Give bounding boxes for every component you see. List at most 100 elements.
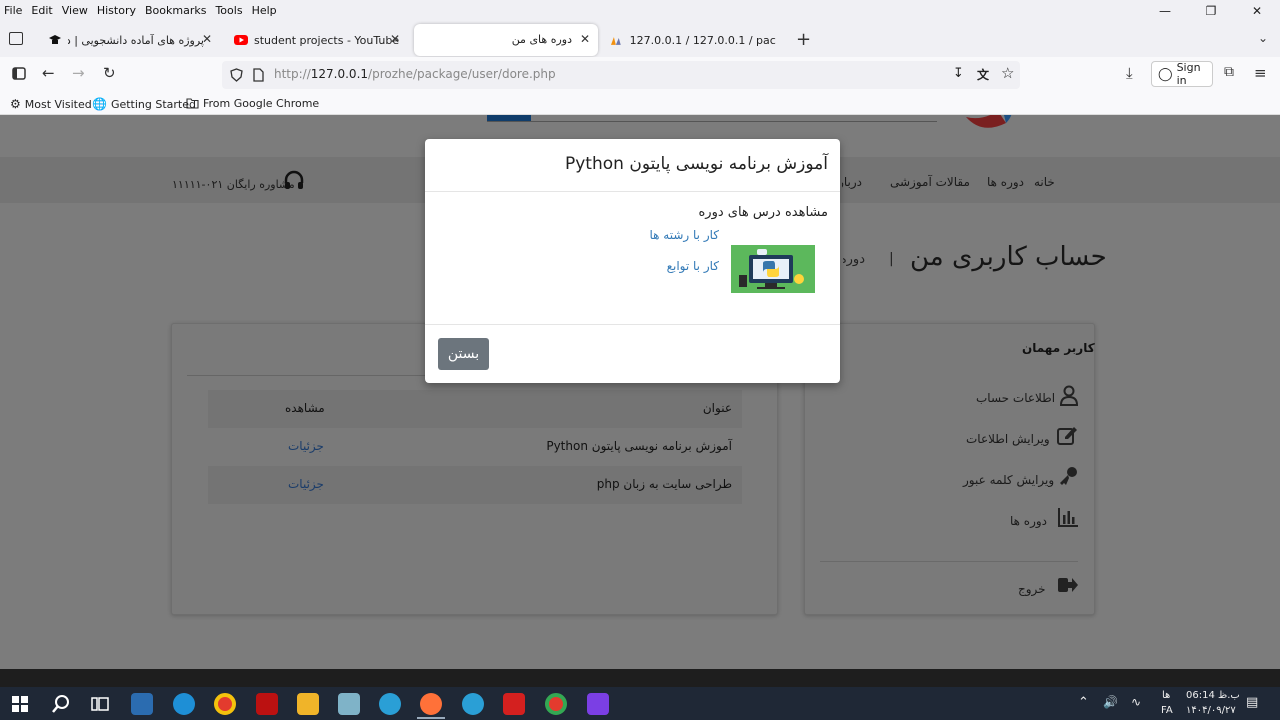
- sign-in-button[interactable]: ◯ Sign in: [1151, 61, 1213, 87]
- new-tab-icon[interactable]: +: [796, 29, 811, 50]
- tab-label: پروژه های آماده دانشجویی | دانل: [68, 33, 204, 47]
- nav-articles[interactable]: مقالات آموزشی: [890, 175, 970, 189]
- bookmark-label: Getting Started: [110, 97, 196, 111]
- phpstorm-icon[interactable]: [587, 693, 609, 715]
- menu-file[interactable]: File: [4, 4, 22, 17]
- lesson-link-strings[interactable]: کار با رشته ها: [650, 228, 720, 242]
- tab-my-courses[interactable]: دوره های من ✕: [414, 24, 598, 56]
- close-tab-icon[interactable]: ✕: [390, 32, 400, 46]
- extensions-icon[interactable]: ⧉: [1224, 64, 1234, 80]
- close-window-icon[interactable]: ✕: [1234, 0, 1280, 20]
- keyboard-lang-secondary[interactable]: ها: [1162, 690, 1170, 701]
- downloads-icon[interactable]: ⤓: [1126, 64, 1133, 82]
- bar-chart-icon: [1058, 508, 1078, 527]
- site-search-button[interactable]: [487, 115, 531, 121]
- headset-icon: [284, 170, 304, 189]
- close-button[interactable]: بستن: [438, 338, 489, 370]
- address-bar[interactable]: http://127.0.0.1/prozhe/package/user/dor…: [222, 61, 1020, 89]
- nav-about[interactable]: دربارهٔ: [842, 175, 862, 189]
- key-icon: [1060, 467, 1077, 485]
- app-icon-red[interactable]: [256, 693, 278, 715]
- sidebar-item-change-password[interactable]: ویرایش کلمه عبور: [963, 473, 1054, 487]
- course-lessons-modal: آموزش برنامه نویسی پایتون Python مشاهده …: [425, 139, 840, 383]
- task-view-icon[interactable]: [91, 695, 109, 713]
- clock-date[interactable]: ۱۴۰۴/۰۹/۲۷: [1186, 705, 1236, 716]
- account-icon: ◯: [1158, 66, 1173, 82]
- bookmark-getting-started[interactable]: 🌐 Getting Started: [92, 97, 196, 111]
- reload-icon[interactable]: ↻: [103, 64, 116, 82]
- store-icon[interactable]: [131, 693, 153, 715]
- tab-daneshjooyar[interactable]: پروژه های آماده دانشجویی | دانل ✕: [40, 24, 220, 56]
- firefox-icon[interactable]: [420, 693, 442, 715]
- url-text[interactable]: http://127.0.0.1/prozhe/package/user/dor…: [274, 67, 556, 81]
- lesson-link-functions[interactable]: کار با توابع: [667, 259, 719, 273]
- volume-icon[interactable]: 🔊: [1103, 695, 1118, 709]
- sign-in-label: Sign in: [1176, 61, 1201, 87]
- free-consult: مشاوره رایگان ۰۲۱-۱۱۱۱۱: [172, 178, 295, 191]
- python-course-illustration: [739, 249, 804, 289]
- search-icon[interactable]: [51, 694, 71, 714]
- notifications-icon[interactable]: ▤: [1246, 695, 1258, 710]
- forward-icon[interactable]: →: [72, 64, 85, 82]
- restore-icon[interactable]: ❐: [1188, 0, 1234, 20]
- telegram-icon-2[interactable]: [462, 693, 484, 715]
- sidebar-item-courses[interactable]: دوره ها: [1010, 514, 1047, 528]
- clock-time[interactable]: 06:14 ب.ظ: [1186, 690, 1240, 701]
- shield-icon[interactable]: [230, 68, 243, 82]
- wifi-icon[interactable]: ∿: [1131, 695, 1141, 709]
- bookmark-folder-chrome[interactable]: From Google Chrome: [186, 97, 319, 110]
- bookmark-label: Most Visited: [24, 97, 92, 111]
- menu-view[interactable]: View: [62, 4, 88, 17]
- windows-start-icon[interactable]: [12, 696, 28, 712]
- close-tab-icon[interactable]: ✕: [202, 32, 212, 46]
- course-title: آموزش برنامه نویسی پایتون Python: [546, 439, 732, 453]
- nav-home[interactable]: خانه: [1034, 175, 1055, 189]
- menu-help[interactable]: Help: [252, 4, 277, 17]
- sidebar-item-logout[interactable]: خروج: [1018, 582, 1046, 596]
- modal-title: آموزش برنامه نویسی پایتون Python: [565, 154, 828, 174]
- globe-icon: 🌐: [92, 97, 107, 111]
- sidebar-icon[interactable]: [12, 67, 26, 80]
- chrome-icon[interactable]: [214, 693, 236, 715]
- tray-chevron-up-icon[interactable]: ⌃: [1078, 695, 1089, 710]
- tab-youtube[interactable]: student projects - YouTube ✕: [226, 24, 408, 56]
- bookmark-most-visited[interactable]: ⚙ Most Visited: [10, 97, 92, 111]
- menu-edit[interactable]: Edit: [31, 4, 52, 17]
- close-tab-icon[interactable]: ✕: [580, 32, 590, 46]
- minimize-icon[interactable]: —: [1142, 0, 1188, 20]
- tab-phpmyadmin[interactable]: 127.0.0.1 / 127.0.0.1 / package /: [602, 24, 784, 56]
- sidebar-item-account-info[interactable]: اطلاعات حساب: [976, 391, 1055, 405]
- notepad-icon[interactable]: [338, 693, 360, 715]
- tab-label: دوره های من: [511, 33, 572, 46]
- telegram-icon[interactable]: [379, 693, 401, 715]
- sidebar-item-edit-info[interactable]: ویرایش اطلاعات: [966, 432, 1050, 446]
- breadcrumb[interactable]: دوره: [843, 252, 865, 267]
- column-header-title: عنوان: [702, 401, 732, 415]
- file-explorer-icon[interactable]: [297, 693, 319, 715]
- modal-subtitle: مشاهده درس های دوره: [698, 205, 829, 220]
- site-search-input[interactable]: [487, 115, 937, 122]
- menu-bookmarks[interactable]: Bookmarks: [145, 4, 206, 17]
- menu-tools[interactable]: Tools: [215, 4, 242, 17]
- chrome-icon-2[interactable]: [545, 693, 567, 715]
- nav-courses[interactable]: دوره ها: [987, 175, 1024, 189]
- back-icon[interactable]: ←: [42, 64, 55, 82]
- edge-icon[interactable]: [173, 693, 195, 715]
- tab-label: student projects - YouTube: [254, 33, 400, 47]
- keyboard-lang[interactable]: FA: [1161, 705, 1173, 716]
- modal-footer-divider: [425, 324, 840, 325]
- breadcrumb-separator: |: [889, 251, 894, 267]
- menu-history[interactable]: History: [97, 4, 136, 17]
- sign-out-icon: [1058, 578, 1078, 592]
- details-link[interactable]: جزئیات: [288, 477, 324, 491]
- details-link[interactable]: جزئیات: [288, 439, 324, 453]
- tab-list-icon[interactable]: [9, 32, 23, 45]
- translate-icon[interactable]: 文: [977, 66, 989, 83]
- download-page-icon[interactable]: ↧: [953, 66, 964, 81]
- course-title: طراحی سایت به زبان php: [596, 477, 732, 491]
- acrobat-icon[interactable]: [503, 693, 525, 715]
- course-thumbnail: [731, 245, 815, 293]
- bookmark-star-icon[interactable]: ☆: [1001, 64, 1014, 82]
- app-menu-icon[interactable]: ≡: [1254, 64, 1267, 82]
- chevron-down-icon[interactable]: ⌄: [1258, 31, 1268, 45]
